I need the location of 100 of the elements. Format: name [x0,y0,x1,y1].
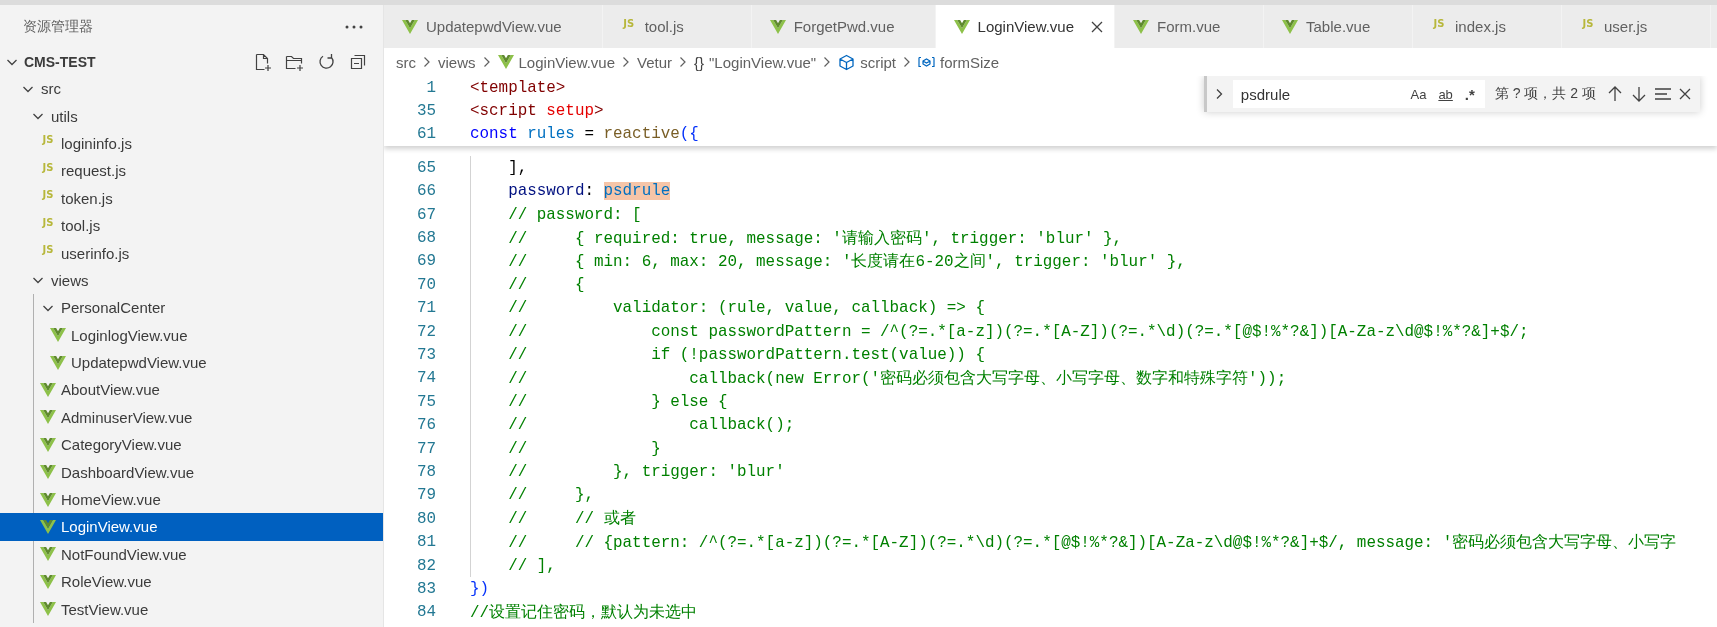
code-line: ], [507,158,528,177]
line-number: 1 [425,78,436,97]
code-line: // // 或者 [507,509,636,530]
line-number: 65 [415,158,436,177]
vue-icon [1133,19,1149,34]
js-file-icon: JS [40,134,56,147]
breadcrumb-item[interactable]: formSize [940,53,1000,71]
breadcrumb-item[interactable]: Vetur [637,53,672,71]
arrow-down-icon[interactable] [1630,85,1648,103]
line-number: 35 [415,102,436,121]
vue-icon [40,519,56,534]
line-number: 71 [415,299,436,318]
line-number: 76 [415,416,436,435]
file-item[interactable]: JS request.js [0,157,383,185]
chevron-icon [621,55,631,69]
code-line: // }, [507,486,594,505]
vue-icon [497,55,514,69]
editor-tab[interactable]: LoginView.vue [935,5,1115,48]
chevron-icon [481,55,492,69]
file-item[interactable]: LoginView.vue [0,513,383,541]
vue-icon [50,328,66,343]
line-number: 80 [415,509,436,528]
code-line: // }, trigger: 'blur' [507,462,785,481]
more-icon[interactable] [345,24,363,29]
workspace-title[interactable]: CMS-TEST [24,53,250,70]
close-icon[interactable] [1090,19,1104,34]
file-item[interactable]: JS logininfo.js [0,129,383,158]
code-line: // // {pattern: /^(?=.*[a-z])(?=.*[A-Z])(?=.*\d)(?=.*[@$!%*?&])[A-Za-z\d@$!%*?&]+$/, message: '密码必须包含大写字母、小写字 [507,532,1677,553]
option-toggle[interactable]: .* [1460,82,1479,106]
cube-icon [838,53,856,71]
vue-icon [40,465,56,480]
editor-tab[interactable]: ForgetPwd.vue [751,5,936,48]
vue-icon [50,355,66,370]
vue-icon [769,19,786,34]
editor-tab[interactable]: UpdatepwdView.vue [384,5,603,48]
file-item[interactable]: JS token.js [0,184,383,212]
folder-item[interactable]: views [0,266,383,295]
code-line: // if (!passwordPattern.test(value)) { [507,346,985,364]
code-line: // callback(); [507,416,795,435]
breadcrumb-item[interactable]: script [860,53,896,71]
vue-icon [40,383,56,397]
line-number: 82 [415,556,436,575]
file-item[interactable]: JS tool.js [0,211,383,240]
option-toggle[interactable]: ab [1434,83,1457,105]
editor-tab[interactable]: Table.vue [1264,5,1413,48]
vue-icon [40,492,56,507]
chevron-icon [902,55,912,69]
lines-icon[interactable] [1654,87,1672,101]
breadcrumb-item[interactable]: LoginView.vue [518,53,615,71]
editor-tab[interactable]: Form.vue [1115,5,1264,48]
search-field[interactable]: psdrule Aa ab .* [1232,80,1485,108]
line-number: 81 [415,533,436,552]
line-number: 68 [415,229,436,248]
editor-tab[interactable]: JS user.js [1562,5,1711,48]
match-count: 第 ? 项，共 2 项 [1494,85,1596,103]
sidebar-title: 资源管理器 [23,17,93,36]
editor-tab[interactable]: JS index.js [1413,5,1562,48]
code-line: // { required: true, message: '请输入密码', trigger: 'blur' }, [507,228,1123,249]
line-number: 73 [415,346,436,364]
code-line: }) [470,579,490,598]
code-line: // } else { [507,392,728,411]
line-number: 79 [415,486,436,505]
code-line: // password: [ [507,205,642,224]
breadcrumb-item[interactable]: views [438,53,476,71]
vue-icon [1282,19,1298,34]
vue-icon [40,602,56,617]
folder-item[interactable]: utils [0,102,383,130]
vue-icon [40,547,56,562]
new-file-icon[interactable] [254,52,272,71]
arrow-up-icon[interactable] [1606,85,1624,103]
line-number: 61 [415,125,436,144]
collapse-icon[interactable] [349,52,367,71]
line-number: 69 [415,252,436,271]
line-number: 75 [415,392,436,411]
line-number: 78 [415,462,436,481]
breadcrumb-item[interactable]: "LoginView.vue" [709,53,817,71]
breadcrumb-item[interactable]: src [396,53,416,71]
code-line: // validator: (rule, value, callback) => { [507,299,985,318]
js-file-icon: JS [40,216,56,229]
editor-tab[interactable]: JS tool.js [602,5,752,48]
vue-icon [40,437,56,452]
line-number: 67 [415,205,436,224]
code-line: password: psdrule [507,182,671,201]
option-toggle[interactable]: Aa [1406,83,1431,105]
chevron-icon [678,55,688,69]
refresh-icon[interactable] [318,52,336,71]
vue-icon [40,574,56,589]
line-number: 77 [415,439,436,458]
file-item[interactable]: JS userinfo.js [0,239,383,267]
vue-icon [953,19,970,34]
code-line: // callback(new Error('密码必须包含大写字母、小写字母、数字和特殊字符')); [507,368,1287,389]
folder-item[interactable]: src [0,75,383,103]
js-file-icon: JS [40,244,56,257]
code-line: // ], [507,556,556,575]
code-line: // { [507,275,585,294]
line-number: 83 [415,579,436,598]
close-icon[interactable] [1678,87,1692,101]
vue-icon [402,19,418,34]
field-icon [918,55,935,69]
code-line: //设置记住密码，默认为未选中 [470,602,698,623]
